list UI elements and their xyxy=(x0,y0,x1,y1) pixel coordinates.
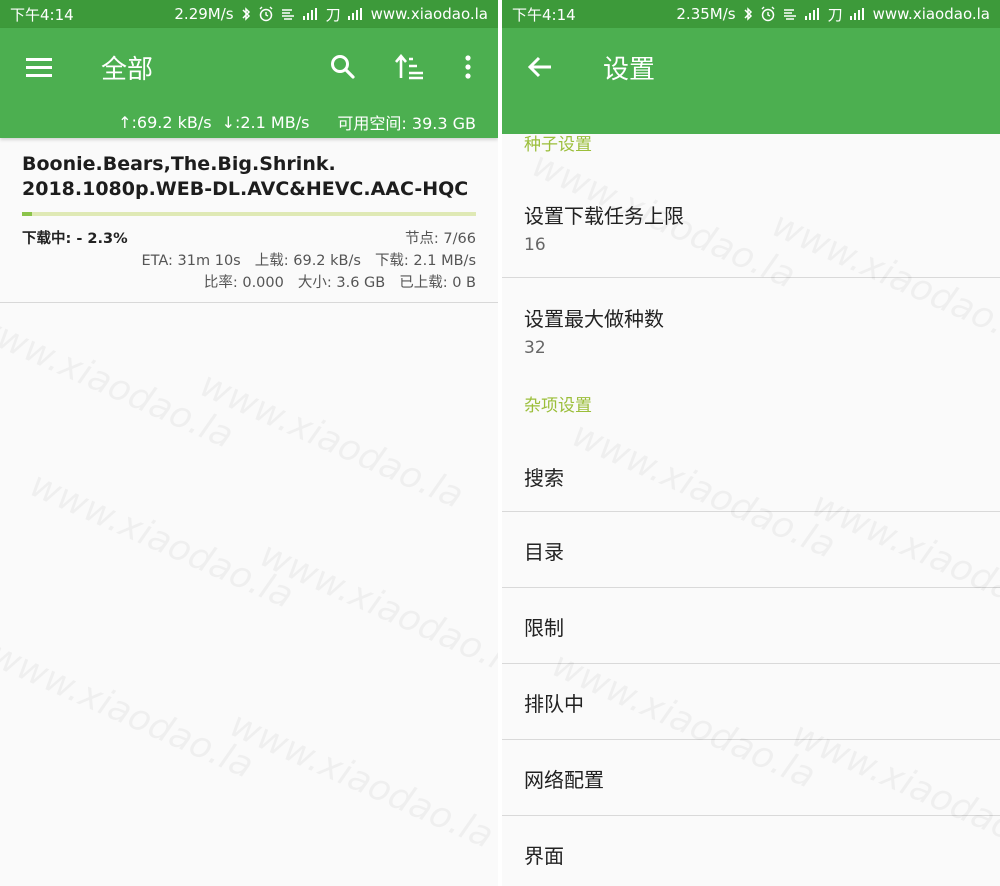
vibrate-icon xyxy=(280,7,296,21)
alarm-icon xyxy=(258,6,274,22)
bluetooth-icon xyxy=(240,6,252,22)
pref-title: 界面 xyxy=(524,844,564,868)
watermark: www.xiaodao.la xyxy=(0,634,259,787)
pref-queueing[interactable]: 排队中 xyxy=(502,664,1000,740)
torrent-download-speed: 下载: 2.1 MB/s xyxy=(374,253,476,269)
net-speed: 2.35M/s xyxy=(676,5,736,23)
pref-directories[interactable]: 目录 xyxy=(502,512,1000,588)
pref-max-downloads[interactable]: 设置下载任务上限 16 xyxy=(502,172,1000,278)
status-bar: 下午4:14 2.35M/s 刀 www.xiaodao.la xyxy=(502,0,1000,28)
torrent-size: 大小: 3.6 GB xyxy=(297,275,386,291)
section-header-misc: 杂项设置 xyxy=(524,396,592,416)
status-time: 下午4:14 xyxy=(10,5,74,24)
sort-icon[interactable] xyxy=(392,49,428,85)
global-upload-speed: ↑:69.2 kB/s xyxy=(118,112,212,132)
status-bar: 下午4:14 2.29M/s 刀 www.xiaodao.la xyxy=(0,0,498,28)
global-speed-bar: ↑:69.2 kB/s ↓:2.1 MB/s 可用空间: 39.3 GB xyxy=(0,106,498,138)
search-icon[interactable] xyxy=(325,49,361,85)
pref-max-seeds[interactable]: 设置最大做种数 32 xyxy=(502,278,1000,381)
pref-title: 网络配置 xyxy=(524,768,604,792)
pref-title: 设置下载任务上限 xyxy=(524,204,684,228)
torrent-progress-fill xyxy=(22,212,33,216)
watermark-site: www.xiaodao.la xyxy=(872,5,990,23)
section-header-torrent: 种子设置 xyxy=(524,135,592,155)
torrent-name: Boonie.Bears,The.Big.Shrink. 2018.1080p.… xyxy=(22,152,476,202)
carrier-label: 刀 xyxy=(325,5,341,24)
watermark: www.xiaodao.la xyxy=(24,464,299,617)
watermark: www.xiaodao.la xyxy=(0,304,239,457)
watermark: www.xiaodao.la xyxy=(254,534,498,687)
torrent-ratio: 比率: 0.000 xyxy=(203,275,284,291)
free-space: 可用空间: 39.3 GB xyxy=(337,114,476,133)
watermark-site: www.xiaodao.la xyxy=(370,5,488,23)
pref-title: 目录 xyxy=(524,540,564,564)
vibrate-icon xyxy=(782,7,798,21)
more-vert-icon[interactable] xyxy=(450,49,486,85)
torrent-name-line2: 2018.1080p.WEB-DL.AVC&HEVC.AAC-HQC xyxy=(22,178,469,200)
status-time: 下午4:14 xyxy=(512,5,576,24)
page-title: 设置 xyxy=(603,54,656,85)
torrent-list-item[interactable]: Boonie.Bears,The.Big.Shrink. 2018.1080p.… xyxy=(0,138,498,303)
global-download-speed: ↓:2.1 MB/s xyxy=(221,112,310,132)
torrent-uploaded: 已上载: 0 B xyxy=(399,275,476,291)
pref-value: 16 xyxy=(524,235,546,255)
settings-screen: 下午4:14 2.35M/s 刀 www.xiaodao.la 设置 种子设置 … xyxy=(502,0,1000,886)
alarm-icon xyxy=(760,6,776,22)
pref-limits[interactable]: 限制 xyxy=(502,588,1000,664)
app-bar: 全部 ↑:69.2 kB/s ↓:2.1 MB/s 可用空间: 39.3 GB xyxy=(0,28,498,138)
torrent-progress-bar xyxy=(22,212,476,216)
watermark: www.xiaodao.la xyxy=(224,704,498,857)
page-title: 全部 xyxy=(101,54,154,85)
arrow-back-icon[interactable] xyxy=(522,49,558,85)
pref-value: 32 xyxy=(524,338,546,358)
pref-search[interactable]: 搜索 xyxy=(502,436,1000,512)
net-speed: 2.29M/s xyxy=(174,5,234,23)
signal-icon xyxy=(302,7,320,21)
torrent-peers: 节点: 7/66 xyxy=(404,231,476,247)
signal-icon xyxy=(804,7,822,21)
pref-title: 限制 xyxy=(524,616,564,640)
signal-icon-2 xyxy=(849,7,867,21)
signal-icon-2 xyxy=(347,7,365,21)
settings-list: 种子设置 设置下载任务上限 16 设置最大做种数 32 杂项设置 搜索 目录 限… xyxy=(502,106,1000,886)
watermark: www.xiaodao.la xyxy=(194,364,469,517)
carrier-label: 刀 xyxy=(827,5,843,24)
pref-title: 搜索 xyxy=(524,466,564,490)
torrent-eta: ETA: 31m 10s xyxy=(141,253,241,269)
pref-interface[interactable]: 界面 xyxy=(502,816,1000,886)
torrent-name-line1: Boonie.Bears,The.Big.Shrink. xyxy=(22,153,336,175)
menu-icon[interactable] xyxy=(21,49,57,85)
torrent-status: 下载中: - 2.3% xyxy=(22,231,128,247)
pref-title: 设置最大做种数 xyxy=(524,307,664,331)
bluetooth-icon xyxy=(742,6,754,22)
pref-network[interactable]: 网络配置 xyxy=(502,740,1000,816)
torrent-upload-speed: 上载: 69.2 kB/s xyxy=(254,253,361,269)
torrent-list-screen: 下午4:14 2.29M/s 刀 www.xiaodao.la 全部 ↑:69.… xyxy=(0,0,498,886)
pref-title: 排队中 xyxy=(524,692,584,716)
